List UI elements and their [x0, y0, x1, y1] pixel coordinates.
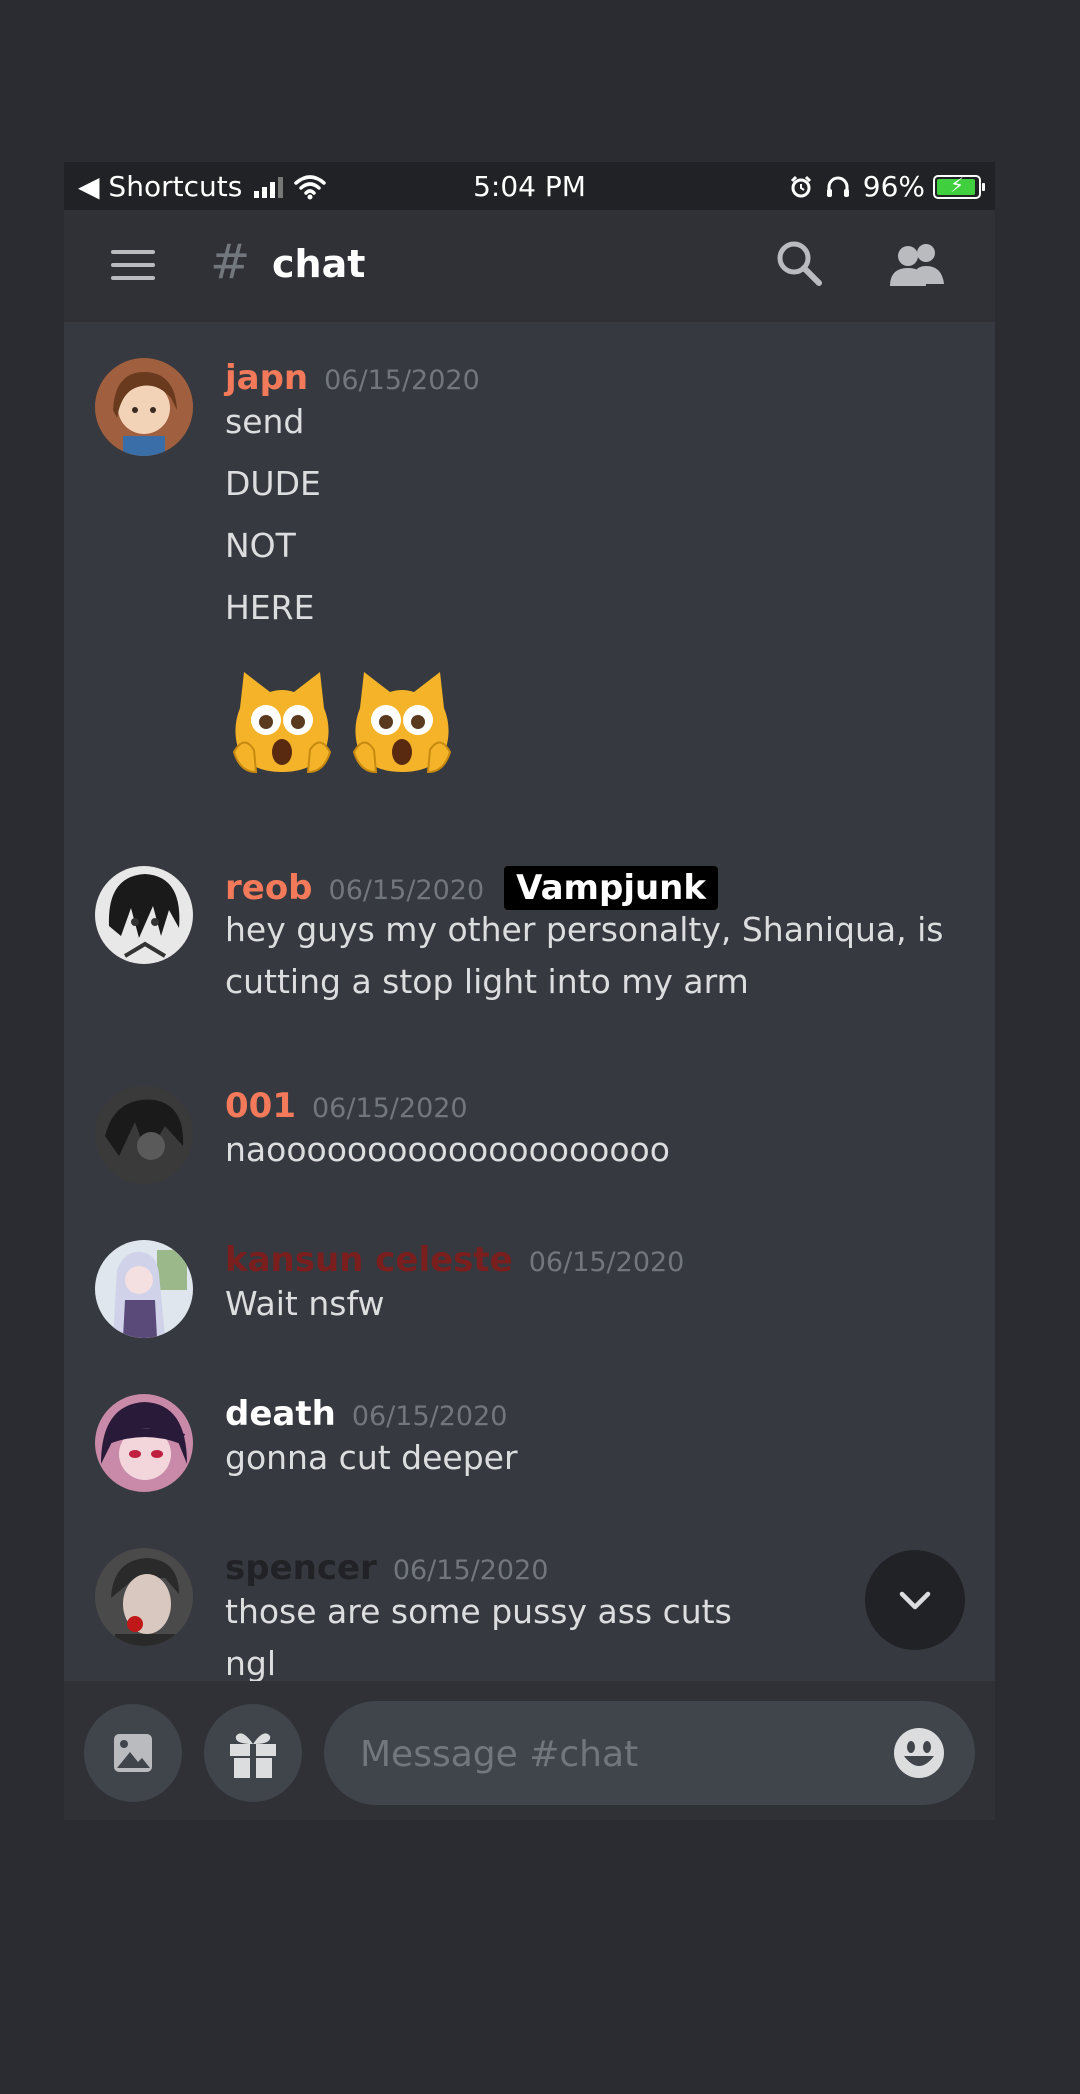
status-right: 96% ⚡ — [789, 170, 985, 203]
battery-icon: ⚡ — [933, 173, 985, 199]
username[interactable]: kansun celeste — [225, 1240, 513, 1280]
timestamp: 06/15/2020 — [528, 1247, 685, 1278]
avatar[interactable] — [95, 866, 193, 964]
avatar[interactable] — [95, 358, 193, 456]
message-input[interactable] — [358, 1723, 862, 1785]
battery-percent: 96% — [862, 170, 925, 203]
message-line: HERE — [225, 588, 315, 627]
message-header: spencer 06/15/2020 — [225, 1548, 548, 1588]
chevron-down-icon — [899, 1591, 931, 1610]
message-header: japn 06/15/2020 — [225, 358, 480, 398]
message-header: kansun celeste 06/15/2020 — [225, 1240, 684, 1280]
channel-title: chat — [272, 242, 366, 286]
message-line: cutting a stop light into my arm — [225, 962, 749, 1001]
avatar[interactable] — [95, 1086, 193, 1184]
gift-icon — [230, 1733, 276, 1778]
message-list[interactable]: japn 06/15/2020 send DUDE NOT HERE reob … — [64, 322, 995, 1681]
message-line: ngl — [225, 1644, 277, 1681]
scroll-to-bottom-button[interactable] — [865, 1550, 965, 1650]
message-text: send — [225, 396, 304, 448]
message-line: gonna cut deeper — [225, 1438, 518, 1477]
message-line: naoooooooooooooooooooo — [225, 1130, 670, 1169]
emoji-message — [230, 668, 454, 778]
message-text: DUDE — [225, 458, 321, 510]
channel-hash-icon: # — [210, 234, 251, 290]
username[interactable]: 001 — [225, 1086, 296, 1126]
username[interactable]: reob — [225, 868, 313, 908]
username[interactable]: spencer — [225, 1548, 377, 1588]
message-text: NOT — [225, 520, 296, 572]
app-window: ◀ Shortcuts 5:04 PM 96% ⚡ # chat japn 06… — [64, 162, 995, 1820]
message-header: 001 06/15/2020 — [225, 1086, 468, 1126]
timestamp: 06/15/2020 — [392, 1555, 549, 1586]
headphones-icon — [826, 176, 849, 197]
message-line: Wait nsfw — [225, 1284, 385, 1323]
username[interactable]: japn — [225, 358, 308, 398]
message-text: naoooooooooooooooooooo — [225, 1124, 670, 1176]
weary-cat-emoji — [232, 672, 332, 774]
search-icon[interactable] — [776, 240, 822, 286]
message-line: send — [225, 402, 305, 441]
status-bar: ◀ Shortcuts 5:04 PM 96% ⚡ — [64, 162, 995, 210]
message-line: those are some pussy ass cuts — [225, 1592, 732, 1631]
message-text: HERE — [225, 582, 314, 634]
message-line: hey guys my other personalty, Shaniqua, … — [225, 910, 944, 949]
message-text: gonna cut deeper — [225, 1432, 518, 1484]
message-text: Wait nsfw — [225, 1278, 384, 1330]
message-input-container — [324, 1701, 975, 1805]
members-icon[interactable] — [888, 242, 946, 286]
avatar[interactable] — [95, 1394, 193, 1492]
message-line: NOT — [225, 526, 296, 565]
message-text: hey guys my other personalty, Shaniqua, … — [225, 904, 943, 1008]
timestamp: 06/15/2020 — [351, 1401, 508, 1432]
gift-button[interactable] — [204, 1704, 302, 1802]
hamburger-icon[interactable] — [111, 250, 155, 289]
avatar[interactable] — [95, 1240, 193, 1338]
image-icon — [114, 1734, 152, 1772]
weary-cat-emoji — [352, 672, 452, 774]
message-composer — [64, 1681, 995, 1820]
message-line: DUDE — [225, 464, 321, 503]
timestamp: 06/15/2020 — [324, 365, 480, 396]
message-text: those are some pussy ass cuts ngl — [225, 1586, 732, 1681]
upload-image-button[interactable] — [84, 1704, 182, 1802]
alarm-icon — [790, 175, 811, 197]
channel-header: # chat — [64, 210, 995, 322]
avatar[interactable] — [95, 1548, 193, 1646]
timestamp: 06/15/2020 — [328, 875, 485, 906]
username[interactable]: death — [225, 1394, 336, 1434]
timestamp: 06/15/2020 — [311, 1093, 468, 1124]
message-header: death 06/15/2020 — [225, 1394, 507, 1434]
emoji-icon[interactable] — [892, 1726, 946, 1780]
